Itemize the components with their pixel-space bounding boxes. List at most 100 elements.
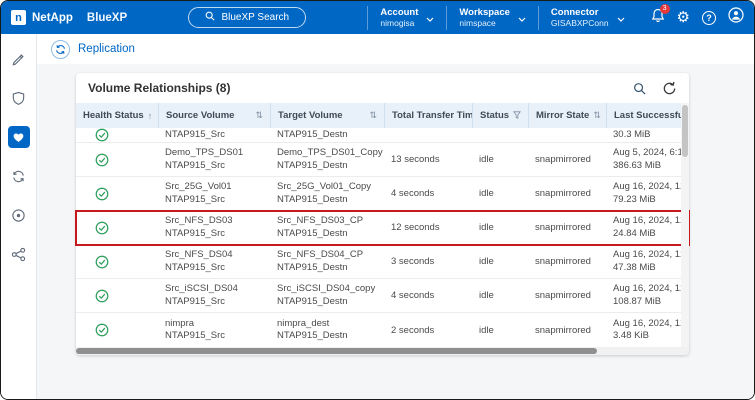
workspace-value: nimspace <box>459 18 510 29</box>
last-transfer-date: Aug 5, 2024, 6:15 <box>613 147 682 160</box>
sort-asc-icon: ↑ <box>148 111 153 121</box>
workspace-label: Workspace <box>459 7 510 18</box>
transfer-time: 3 seconds <box>391 256 434 267</box>
status-value: idle <box>479 154 494 165</box>
target-svm: NTAP915_Destn <box>277 330 377 343</box>
health-ok-icon <box>95 255 151 269</box>
table-row[interactable]: Src_iSCSI_DS04NTAP915_Src Src_iSCSI_DS04… <box>76 279 689 313</box>
transfer-time: 12 seconds <box>391 222 440 233</box>
sidebar-item-extensions[interactable] <box>8 204 30 226</box>
sort-icon: ⇅ <box>369 110 377 121</box>
health-ok-icon <box>95 289 151 303</box>
source-volume-name: Demo_TPS_DS01 <box>165 147 263 160</box>
table-header: Health Status ↑ Source Volume ⇅ Target V… <box>76 103 689 128</box>
table-row[interactable]: Src_NFS_DS04NTAP915_Src Src_NFS_DS04_CPN… <box>76 245 689 279</box>
transfer-size: 3.48 KiB <box>613 330 682 343</box>
breadcrumb: Replication <box>37 34 754 64</box>
help-icon: ? <box>702 11 716 25</box>
target-volume-name: Demo_TPS_DS01_Copy <box>277 147 377 160</box>
table-row[interactable]: Src_25G_Vol01NTAP915_Src Src_25G_Vol01_C… <box>76 177 689 211</box>
mirror-state-value: snapmirrored <box>535 325 591 336</box>
table-row[interactable]: Demo_TPS_DS01NTAP915_Src Demo_TPS_DS01_C… <box>76 143 689 177</box>
sidebar-item-mobility[interactable] <box>8 165 30 187</box>
status-value: idle <box>479 188 494 199</box>
status-value: idle <box>479 222 494 233</box>
status-value: idle <box>479 290 494 301</box>
refresh-button[interactable] <box>662 81 677 96</box>
last-transfer-date: Aug 16, 2024, 12: <box>613 283 682 296</box>
source-svm: NTAP915_Src <box>165 160 263 173</box>
replication-icon <box>51 40 70 59</box>
mirror-state-value: snapmirrored <box>535 188 591 199</box>
user-menu-button[interactable] <box>728 7 744 28</box>
column-header-last-successful[interactable]: Last Successful Tra <box>606 103 689 128</box>
health-ok-icon <box>95 221 151 235</box>
transfer-time: 13 seconds <box>391 154 440 165</box>
last-transfer-date: Aug 16, 2024, 12: <box>613 181 682 194</box>
vertical-scrollbar-thumb[interactable] <box>682 105 688 157</box>
source-volume-name: Src_NFS_DS03 <box>165 215 263 228</box>
mirror-state-value: snapmirrored <box>535 154 591 165</box>
transfer-time: 4 seconds <box>391 290 434 301</box>
target-svm: NTAP915_Destn <box>277 194 377 207</box>
brand-name: NetApp <box>32 12 73 24</box>
column-header-mirror-state[interactable]: Mirror State ⇅ <box>528 103 606 128</box>
column-header-source-volume[interactable]: Source Volume ⇅ <box>158 103 270 128</box>
last-transfer-date: Aug 16, 2024, 12: <box>613 318 682 331</box>
column-header-health-status[interactable]: Health Status ↑ <box>76 103 158 128</box>
transfer-size: 30.3 MiB <box>613 129 682 142</box>
target-volume-name: nimpra_dest <box>277 318 377 331</box>
transfer-size: 47.38 MiB <box>613 262 682 275</box>
source-volume-name: Src_25G_Vol01 <box>165 181 263 194</box>
mirror-state-value: snapmirrored <box>535 256 591 267</box>
chevron-down-icon <box>617 9 625 27</box>
source-svm: NTAP915_Src <box>165 194 263 207</box>
transfer-size: 386.63 MiB <box>613 160 682 173</box>
column-header-target-volume[interactable]: Target Volume ⇅ <box>270 103 384 128</box>
connector-label: Connector <box>551 7 609 18</box>
bluexp-window: n NetApp BlueXP BlueXP Search Account ni… <box>0 0 755 400</box>
transfer-size: 79.23 MiB <box>613 194 682 207</box>
settings-button[interactable]: ⚙ <box>677 10 690 25</box>
table-row[interactable]: nimpraNTAP915_Src nimpra_destNTAP915_Des… <box>76 313 689 347</box>
sidebar-item-governance[interactable] <box>8 87 30 109</box>
horizontal-scrollbar <box>76 347 689 355</box>
top-bar: n NetApp BlueXP BlueXP Search Account ni… <box>1 1 754 34</box>
page-title[interactable]: Replication <box>78 43 135 55</box>
help-button[interactable]: ? <box>702 11 716 25</box>
sidebar-item-canvas[interactable] <box>8 48 30 70</box>
health-ok-icon <box>95 153 151 167</box>
mirror-state-value: snapmirrored <box>535 290 591 301</box>
transfer-size: 108.87 MiB <box>613 296 682 309</box>
notifications-button[interactable]: 3 <box>651 8 665 28</box>
table-row-highlighted[interactable]: Src_NFS_DS03NTAP915_Src Src_NFS_DS03_CPN… <box>76 211 689 245</box>
bluexp-search-button[interactable]: BlueXP Search <box>188 7 306 28</box>
connector-selector[interactable]: Connector GISABXPConn <box>538 6 637 30</box>
account-label: Account <box>380 7 418 18</box>
notification-badge: 3 <box>660 4 670 14</box>
netapp-logo-icon: n <box>11 10 26 25</box>
target-svm: NTAP915_Destn <box>277 228 377 241</box>
vertical-scrollbar <box>681 103 689 347</box>
last-transfer-date: Aug 16, 2024, 12: <box>613 215 682 228</box>
table-row[interactable]: NTAP915_Src NTAP915_Destn 30.3 MiB <box>76 128 689 143</box>
sort-icon: ⇅ <box>593 110 601 121</box>
column-header-total-transfer-time[interactable]: Total Transfer Time ⇅ <box>384 103 472 128</box>
status-value: idle <box>479 325 494 336</box>
table-search-button[interactable] <box>633 82 646 95</box>
health-ok-icon <box>95 128 151 142</box>
product-name: BlueXP <box>87 12 127 24</box>
sidebar-item-share[interactable] <box>8 243 30 265</box>
account-selector[interactable]: Account nimogisa <box>367 6 446 30</box>
left-nav <box>1 34 37 399</box>
volume-relationships-card: Volume Relationships (8) <box>76 73 689 355</box>
sidebar-item-protection[interactable] <box>8 126 30 148</box>
target-svm: NTAP915_Destn <box>277 160 377 173</box>
workspace-selector[interactable]: Workspace nimspace <box>446 6 538 30</box>
column-header-status[interactable]: Status <box>472 103 528 128</box>
last-transfer-date: Aug 16, 2024, 12: <box>613 249 682 262</box>
target-volume-name: Src_25G_Vol01_Copy <box>277 181 377 194</box>
horizontal-scrollbar-thumb[interactable] <box>76 348 597 354</box>
search-label: BlueXP Search <box>221 12 289 23</box>
content-area: Volume Relationships (8) <box>37 64 754 399</box>
